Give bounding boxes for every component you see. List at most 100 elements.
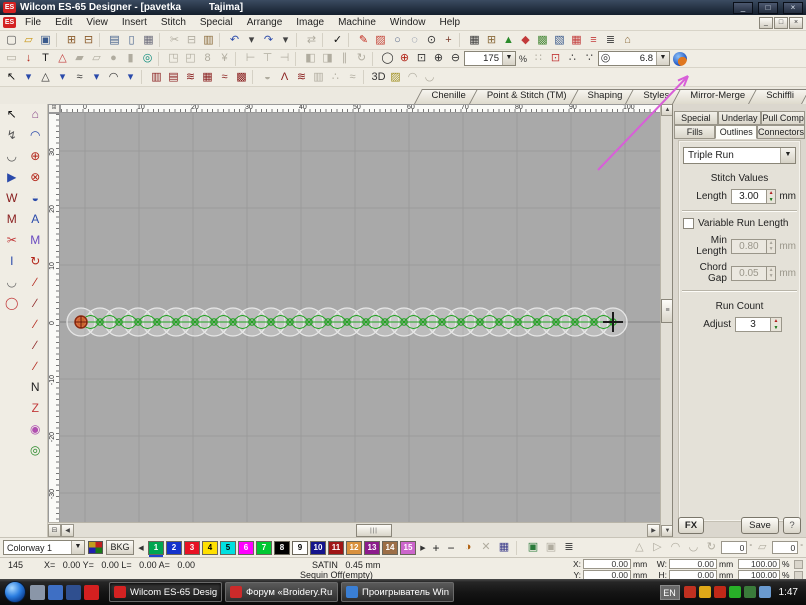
- print-preview-icon[interactable]: ▯: [123, 33, 140, 48]
- maximize-button[interactable]: □: [758, 2, 778, 14]
- stitch-angle-2-icon[interactable]: ∕: [24, 293, 46, 314]
- digitize-dropdown-icon[interactable]: ▾: [54, 70, 71, 85]
- lettering-icon[interactable]: W: [1, 188, 23, 209]
- reshape-node-icon[interactable]: ⊡: [547, 51, 564, 66]
- slant-field[interactable]: [772, 541, 798, 554]
- touchup-icon[interactable]: ▧: [551, 33, 568, 48]
- vertical-ruler[interactable]: 3020100-10-20-30: [48, 113, 60, 522]
- draw-pen-icon[interactable]: ✎: [355, 33, 372, 48]
- menu-insert[interactable]: Insert: [115, 16, 154, 29]
- help-button[interactable]: ?: [783, 517, 801, 534]
- curve-dropdown-icon[interactable]: ▾: [122, 70, 139, 85]
- color-swatch-12[interactable]: 12: [346, 541, 362, 555]
- horizontal-scrollbar[interactable]: ⊟ ◀ ||| ▶: [48, 522, 660, 537]
- monogram-icon[interactable]: M: [24, 230, 46, 251]
- lettering-a-icon[interactable]: A: [24, 209, 46, 230]
- thread-colors-icon[interactable]: ▦: [496, 540, 512, 555]
- color-swatch-3[interactable]: 3: [184, 541, 200, 555]
- menu-arrange[interactable]: Arrange: [240, 16, 290, 29]
- tray-volume[interactable]: [684, 586, 696, 598]
- capture-icon[interactable]: ▦: [140, 33, 157, 48]
- zoom-factor-icon[interactable]: ⊕: [396, 51, 413, 66]
- node-small-2-icon[interactable]: ∵: [581, 51, 598, 66]
- hoop-toggle-icon[interactable]: ⊞: [483, 33, 500, 48]
- mdi-close-button[interactable]: ×: [789, 17, 803, 29]
- chevron-down-icon[interactable]: ▼: [780, 148, 795, 163]
- polygon-node-icon[interactable]: △: [54, 51, 71, 66]
- sequin-run-icon[interactable]: ◎: [24, 440, 46, 461]
- tray-document[interactable]: [759, 586, 771, 598]
- design-canvas[interactable]: [60, 113, 660, 522]
- node-small-1-icon[interactable]: ∴: [564, 51, 581, 66]
- color-sphere-icon[interactable]: [673, 52, 687, 66]
- insert-design-icon[interactable]: ⊞: [63, 33, 80, 48]
- task-button[interactable]: Wilcom ES-65 Designe...: [109, 582, 222, 602]
- select-dropdown-icon[interactable]: ▾: [20, 70, 37, 85]
- length-spinner[interactable]: ▲▼: [767, 189, 776, 204]
- select-icon[interactable]: ↖: [1, 104, 23, 125]
- liquid-effect-icon[interactable]: ≋: [293, 70, 310, 85]
- align-tools-icon[interactable]: ≡: [585, 33, 602, 48]
- language-indicator[interactable]: EN: [660, 585, 680, 600]
- next-color-arrow[interactable]: ▶: [419, 544, 427, 552]
- task-button[interactable]: Проигрыватель Wind...: [341, 582, 454, 602]
- variable-run-length-checkbox-row[interactable]: Variable Run Length: [683, 218, 796, 229]
- digitize-tool-icon[interactable]: △: [37, 70, 54, 85]
- oval-ring-icon[interactable]: ◯: [1, 293, 23, 314]
- scroll-left-icon[interactable]: ◀: [61, 524, 74, 537]
- paste-icon[interactable]: ▥: [200, 33, 217, 48]
- sequin-run-drawing[interactable]: [60, 113, 660, 522]
- reshape-icon[interactable]: ⊙: [423, 33, 440, 48]
- pin-t-icon[interactable]: T: [37, 51, 54, 66]
- quick-launch-2[interactable]: [48, 585, 63, 600]
- picture-toggle-icon[interactable]: ▣: [525, 540, 541, 555]
- undo-dropdown-icon[interactable]: ▾: [243, 33, 260, 48]
- color-swatch-8[interactable]: 8: [274, 541, 290, 555]
- color-swatch-2[interactable]: 2: [166, 541, 182, 555]
- shapes-icon[interactable]: ◆: [517, 33, 534, 48]
- run-dropdown-icon[interactable]: ▾: [88, 70, 105, 85]
- pattern-fill-icon[interactable]: ▩: [233, 70, 250, 85]
- stitch-3d-icon[interactable]: 3D: [370, 70, 387, 85]
- variable-run-length-checkbox[interactable]: [683, 218, 694, 229]
- undo-icon[interactable]: ↶: [226, 33, 243, 48]
- export-design-icon[interactable]: ⊟: [80, 33, 97, 48]
- polygon-lasso-icon[interactable]: ◌: [406, 33, 423, 48]
- tray-antivirus[interactable]: [714, 586, 726, 598]
- close-button[interactable]: ×: [783, 2, 803, 14]
- sequin-ring-icon[interactable]: ◎: [139, 51, 156, 66]
- adjust-spinner[interactable]: ▲▼: [771, 317, 782, 332]
- panel-tab-fills[interactable]: Fills: [674, 125, 715, 139]
- horizontal-scroll-thumb[interactable]: |||: [356, 524, 392, 537]
- minimize-button[interactable]: _: [733, 2, 753, 14]
- panel-tab-underlay[interactable]: Underlay: [718, 111, 762, 125]
- tray-download-master[interactable]: [699, 586, 711, 598]
- scroll-right-icon[interactable]: ▶: [647, 524, 660, 537]
- cycle-used-colors-icon[interactable]: ◑: [460, 540, 476, 555]
- color-swatch-11[interactable]: 11: [328, 541, 344, 555]
- hatch-fill-icon[interactable]: ▨: [372, 33, 389, 48]
- run-digitize-icon[interactable]: ▶: [1, 167, 23, 188]
- basket-shape-icon[interactable]: ◡: [1, 272, 23, 293]
- panel-tab-connectors[interactable]: Connectors: [757, 125, 805, 139]
- mdi-minimize-button[interactable]: _: [759, 17, 773, 29]
- tab-schiffli[interactable]: Schiffli: [752, 89, 806, 104]
- bitmap-icon[interactable]: ▩: [534, 33, 551, 48]
- menu-machine[interactable]: Machine: [331, 16, 383, 29]
- adjust-field[interactable]: [735, 317, 771, 332]
- menu-file[interactable]: File: [18, 16, 48, 29]
- guide-create-button[interactable]: ⊟: [48, 524, 61, 537]
- x-field[interactable]: [583, 559, 631, 569]
- redo-icon[interactable]: ↷: [260, 33, 277, 48]
- stitch-angle-1-icon[interactable]: ∕: [24, 272, 46, 293]
- swirl-icon[interactable]: ↻: [24, 251, 46, 272]
- zoom-in-icon[interactable]: ⊕: [430, 51, 447, 66]
- horizontal-ruler[interactable]: 0102030405060708090100: [60, 104, 660, 113]
- prev-color-arrow[interactable]: ◀: [137, 544, 145, 552]
- stitch-type-combo[interactable]: Triple Run ▼: [683, 147, 796, 164]
- chevron-down-icon[interactable]: ▼: [71, 541, 84, 554]
- menu-stitch[interactable]: Stitch: [154, 16, 193, 29]
- stitch-list-icon[interactable]: ≣: [602, 33, 619, 48]
- add-color-button[interactable]: +: [430, 541, 442, 555]
- dome-shape-icon[interactable]: ◠: [24, 125, 46, 146]
